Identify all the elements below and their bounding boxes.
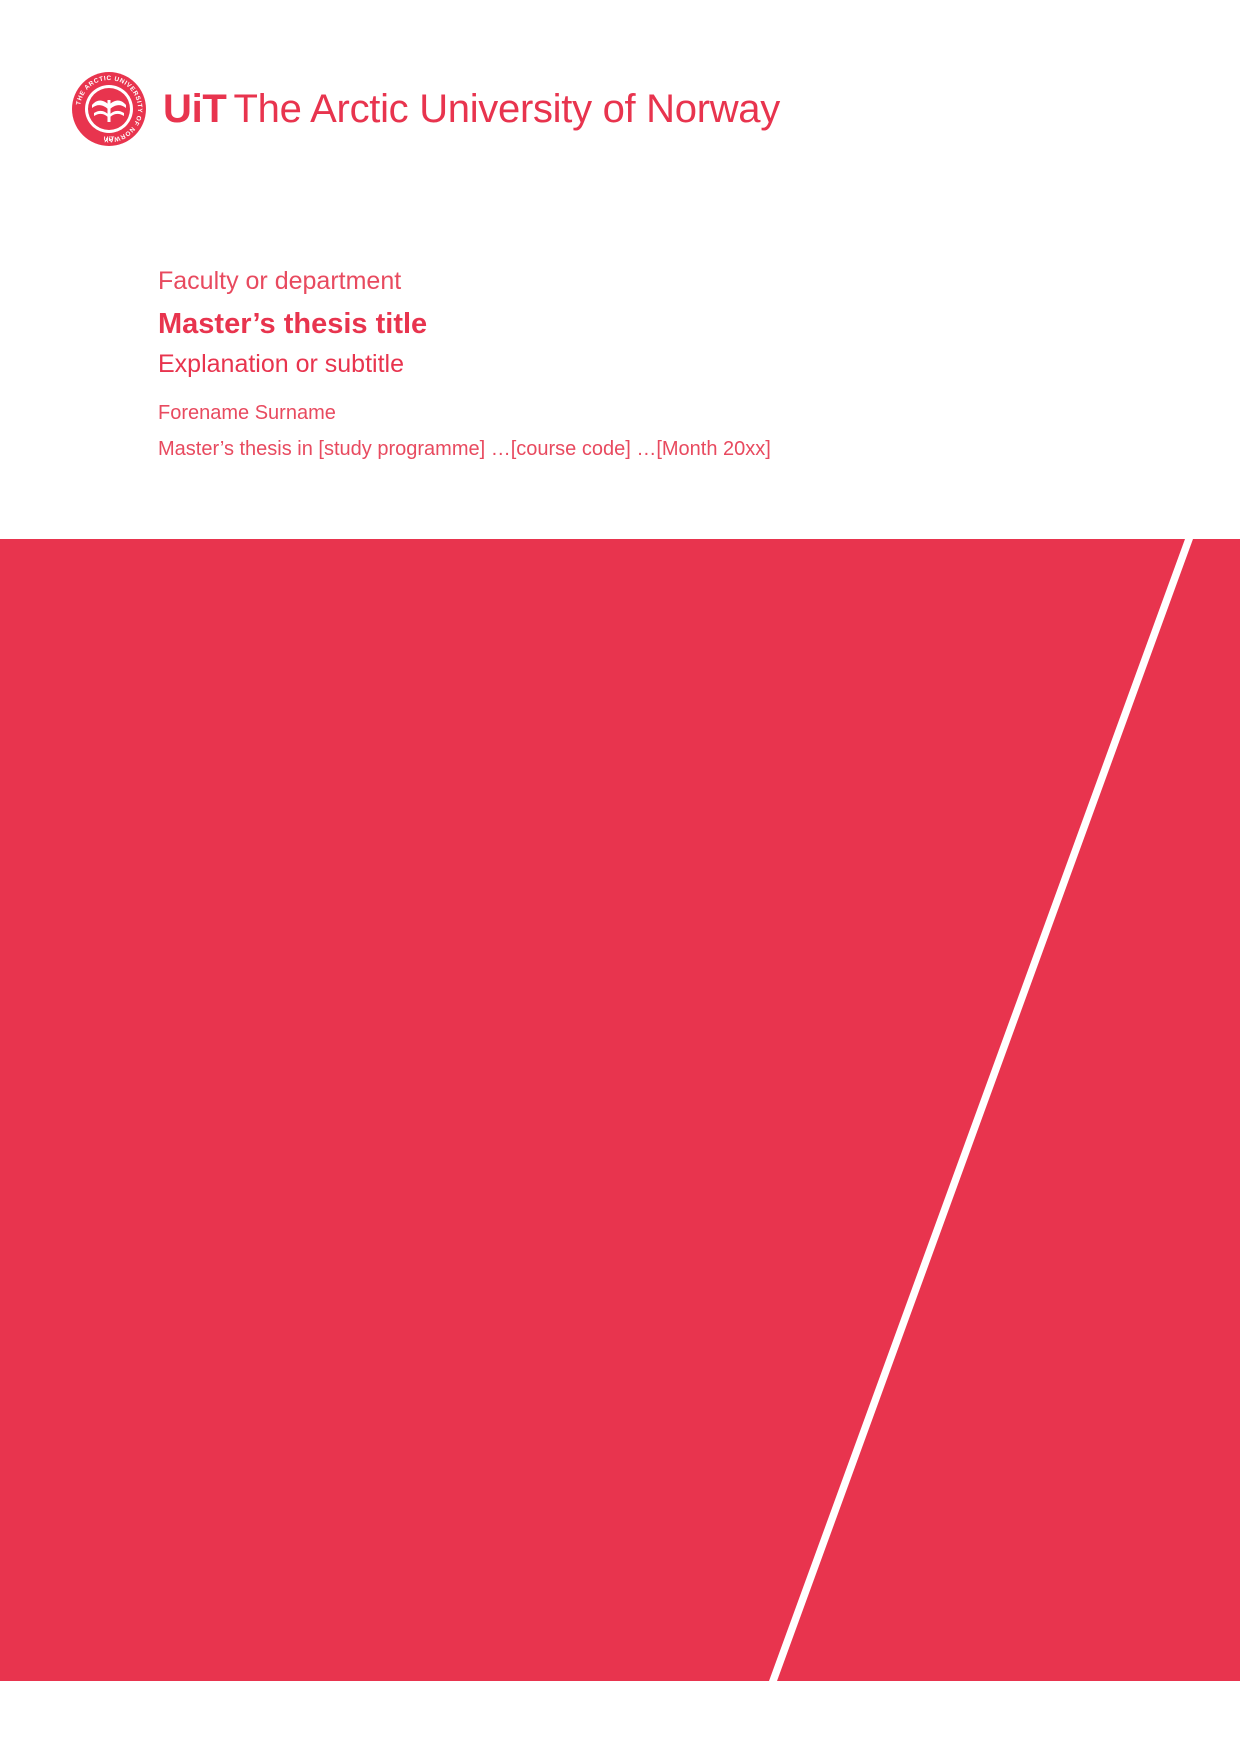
thesis-info: Faculty or department Master’s thesis ti… xyxy=(158,262,1058,464)
red-cover-panel xyxy=(0,539,1240,1681)
author-name: Forename Surname xyxy=(158,402,336,424)
uit-seal-icon: THE ARCTIC UNIVERSITY OF NORWAY UiT xyxy=(70,70,148,148)
cover-page: THE ARCTIC UNIVERSITY OF NORWAY UiT UiT T… xyxy=(0,0,1240,1754)
university-name: UiT The Arctic University of Norway xyxy=(163,89,780,129)
faculty-label: Faculty or department xyxy=(158,267,402,295)
university-abbr: UiT xyxy=(163,87,227,131)
university-full-name: The Arctic University of Norway xyxy=(233,87,781,131)
thesis-subtitle: Explanation or subtitle xyxy=(158,350,404,378)
red-panel-background xyxy=(0,539,1240,1681)
logo-header: THE ARCTIC UNIVERSITY OF NORWAY UiT UiT T… xyxy=(70,70,780,148)
thesis-title: Master’s thesis title xyxy=(158,308,428,340)
program-line: Master’s thesis in [study programme] …[c… xyxy=(158,438,771,460)
seal-bottom-text: UiT xyxy=(104,136,115,143)
